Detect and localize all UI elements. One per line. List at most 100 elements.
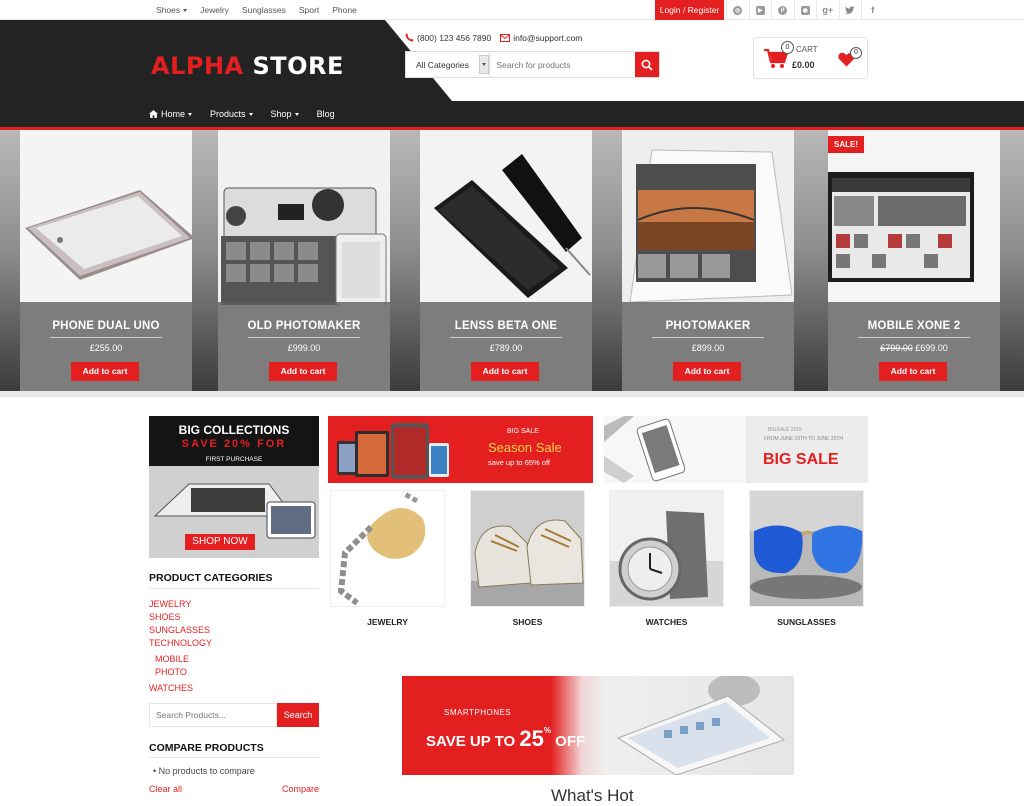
search-button[interactable] xyxy=(635,52,659,77)
subcategory-link[interactable]: PHOTO xyxy=(149,666,212,679)
category-tile-jewelry[interactable] xyxy=(330,490,445,607)
product-card[interactable]: MOBILE XONE 2 £799.00 £699.00 Add to car… xyxy=(828,130,1000,392)
product-card[interactable]: PHOTOMAKER £899.00 Add to cart xyxy=(622,130,794,392)
category-select[interactable]: All Categories xyxy=(406,52,491,77)
top-nav-phone[interactable]: Phone xyxy=(326,0,364,20)
email-address: info@support.com xyxy=(513,33,583,43)
section-title: What's Hot xyxy=(551,786,634,805)
category-tile-sunglasses[interactable] xyxy=(749,490,864,607)
wishlist-count-badge: 0 xyxy=(850,47,862,59)
product-card[interactable]: OLD PHOTOMAKER £999.00 Add to cart xyxy=(218,130,390,392)
tile-label[interactable]: SUNGLASSES xyxy=(749,617,864,627)
tablets-image xyxy=(337,423,449,479)
promo-subtitle: SAVE 20% FOR xyxy=(181,438,287,450)
product-card[interactable]: PHONE DUAL UNO £255.00 Add to cart xyxy=(20,130,192,392)
search-icon xyxy=(641,59,653,71)
sunglasses-image xyxy=(750,491,863,606)
category-link[interactable]: JEWELRY xyxy=(149,598,212,611)
sidebar-search-button[interactable]: Search xyxy=(277,703,319,727)
compare-link[interactable]: Compare xyxy=(282,784,319,794)
login-register-button[interactable]: Login / Register xyxy=(655,0,724,20)
banner-small-text: SMARTPHONES xyxy=(444,708,512,717)
product-search: All Categories xyxy=(405,51,660,78)
add-to-cart-button[interactable]: Add to cart xyxy=(471,362,539,381)
top-nav-label: Jewelry xyxy=(200,5,229,15)
google-plus-icon[interactable]: g+ xyxy=(816,0,839,20)
nav-shop[interactable]: Shop xyxy=(271,109,309,119)
product-price: £799.00 £699.00 xyxy=(828,343,1000,353)
chevron-down-icon xyxy=(248,112,253,116)
product-title[interactable]: OLD PHOTOMAKER xyxy=(218,320,390,332)
select-arrow-icon xyxy=(479,55,490,74)
product-title[interactable]: MOBILE XONE 2 xyxy=(828,320,1000,332)
banner-prefix: SAVE UP TO xyxy=(426,733,516,750)
product-price: £899.00 xyxy=(622,343,794,353)
top-nav-shoes[interactable]: Shoes xyxy=(150,0,194,20)
subcategory-link[interactable]: MOBILE xyxy=(149,653,212,666)
category-select-value: All Categories xyxy=(416,60,469,70)
season-sale-banner[interactable]: BIG SALE Season Sale save up to 65% off xyxy=(328,416,593,483)
product-title[interactable]: PHONE DUAL UNO xyxy=(20,320,192,332)
divider xyxy=(149,757,319,758)
facebook-icon[interactable]: f xyxy=(861,0,884,20)
big-collections-banner[interactable]: BIG COLLECTIONS SAVE 20% FOR FIRST PURCH… xyxy=(149,416,319,558)
divider xyxy=(450,337,562,338)
youtube-icon[interactable]: ▶ xyxy=(748,0,772,20)
clear-all-link[interactable]: Clear all xyxy=(149,784,182,794)
top-nav-sunglasses[interactable]: Sunglasses xyxy=(236,0,293,20)
top-nav-jewelry[interactable]: Jewelry xyxy=(194,0,236,20)
big-sale-banner[interactable]: BIGSALE 2015 FROM JUNE 10TH TO JUNE 25TH… xyxy=(604,416,868,483)
banner-date-text: FROM JUNE 10TH TO JUNE 25TH xyxy=(764,436,843,442)
tile-label[interactable]: JEWELRY xyxy=(330,617,445,627)
price-current: £899.00 xyxy=(691,343,725,353)
category-link[interactable]: SUNGLASSES xyxy=(149,624,212,637)
compare-heading: COMPARE PRODUCTS xyxy=(149,742,264,754)
category-tile-watches[interactable] xyxy=(609,490,724,607)
category-link[interactable]: TECHNOLOGY xyxy=(149,637,212,650)
product-image xyxy=(218,130,390,305)
banner-number: 25 xyxy=(519,726,544,751)
phone-icon xyxy=(405,33,414,42)
promo-note: FIRST PURCHASE xyxy=(205,456,263,463)
store-logo[interactable]: ALPHA STORE xyxy=(151,52,344,80)
product-title[interactable]: PHOTOMAKER xyxy=(622,320,794,332)
divider xyxy=(248,337,360,338)
top-nav-label: Sunglasses xyxy=(241,5,286,15)
add-to-cart-button[interactable]: Add to cart xyxy=(879,362,947,381)
email-info[interactable]: info@support.com xyxy=(500,33,582,43)
category-link[interactable]: SHOES xyxy=(149,611,212,624)
cart-widget[interactable]: 0 CART £0.00 0 xyxy=(753,37,868,79)
pinterest-icon[interactable]: p xyxy=(771,0,794,20)
price-old: £799.00 xyxy=(880,343,913,353)
add-to-cart-button[interactable]: Add to cart xyxy=(673,362,741,381)
product-card[interactable]: LENSS BETA ONE £789.00 Add to cart xyxy=(420,130,592,392)
tile-label[interactable]: SHOES xyxy=(470,617,585,627)
add-to-cart-button[interactable]: Add to cart xyxy=(71,362,139,381)
sale-badge: SALE! xyxy=(828,136,864,153)
nav-home[interactable]: Home xyxy=(149,109,202,119)
price-current: £255.00 xyxy=(89,343,123,353)
compare-empty-message: • No products to compare xyxy=(153,766,255,776)
banner-percent: % xyxy=(543,726,551,735)
banner-small-text: BIGSALE 2015 xyxy=(768,427,802,433)
product-title[interactable]: LENSS BETA ONE xyxy=(420,320,592,332)
chevron-down-icon xyxy=(294,112,299,116)
search-input[interactable] xyxy=(490,52,636,77)
category-tile-shoes[interactable] xyxy=(470,490,585,607)
category-link[interactable]: WATCHES xyxy=(149,682,212,695)
sidebar-search-input[interactable] xyxy=(149,703,277,727)
shop-now-button[interactable]: SHOP NOW xyxy=(185,534,255,550)
chevron-down-icon xyxy=(188,112,193,116)
twitter-icon[interactable] xyxy=(838,0,862,20)
add-to-cart-button[interactable]: Add to cart xyxy=(269,362,337,381)
tile-label[interactable]: WATCHES xyxy=(609,617,724,627)
bullet-icon: • xyxy=(153,766,157,776)
top-nav-sport[interactable]: Sport xyxy=(293,0,326,20)
pinterest-alt-icon[interactable]: ◎ xyxy=(726,0,749,20)
instagram-icon[interactable]: ◉ xyxy=(793,0,817,20)
product-price: £255.00 xyxy=(20,343,192,353)
nav-blog[interactable]: Blog xyxy=(317,109,345,119)
nav-products[interactable]: Products xyxy=(210,109,263,119)
cart-count-badge: 0 xyxy=(781,41,794,54)
smartphones-sale-banner[interactable]: SMARTPHONES SAVE UP TO 25% OFF xyxy=(402,676,794,775)
